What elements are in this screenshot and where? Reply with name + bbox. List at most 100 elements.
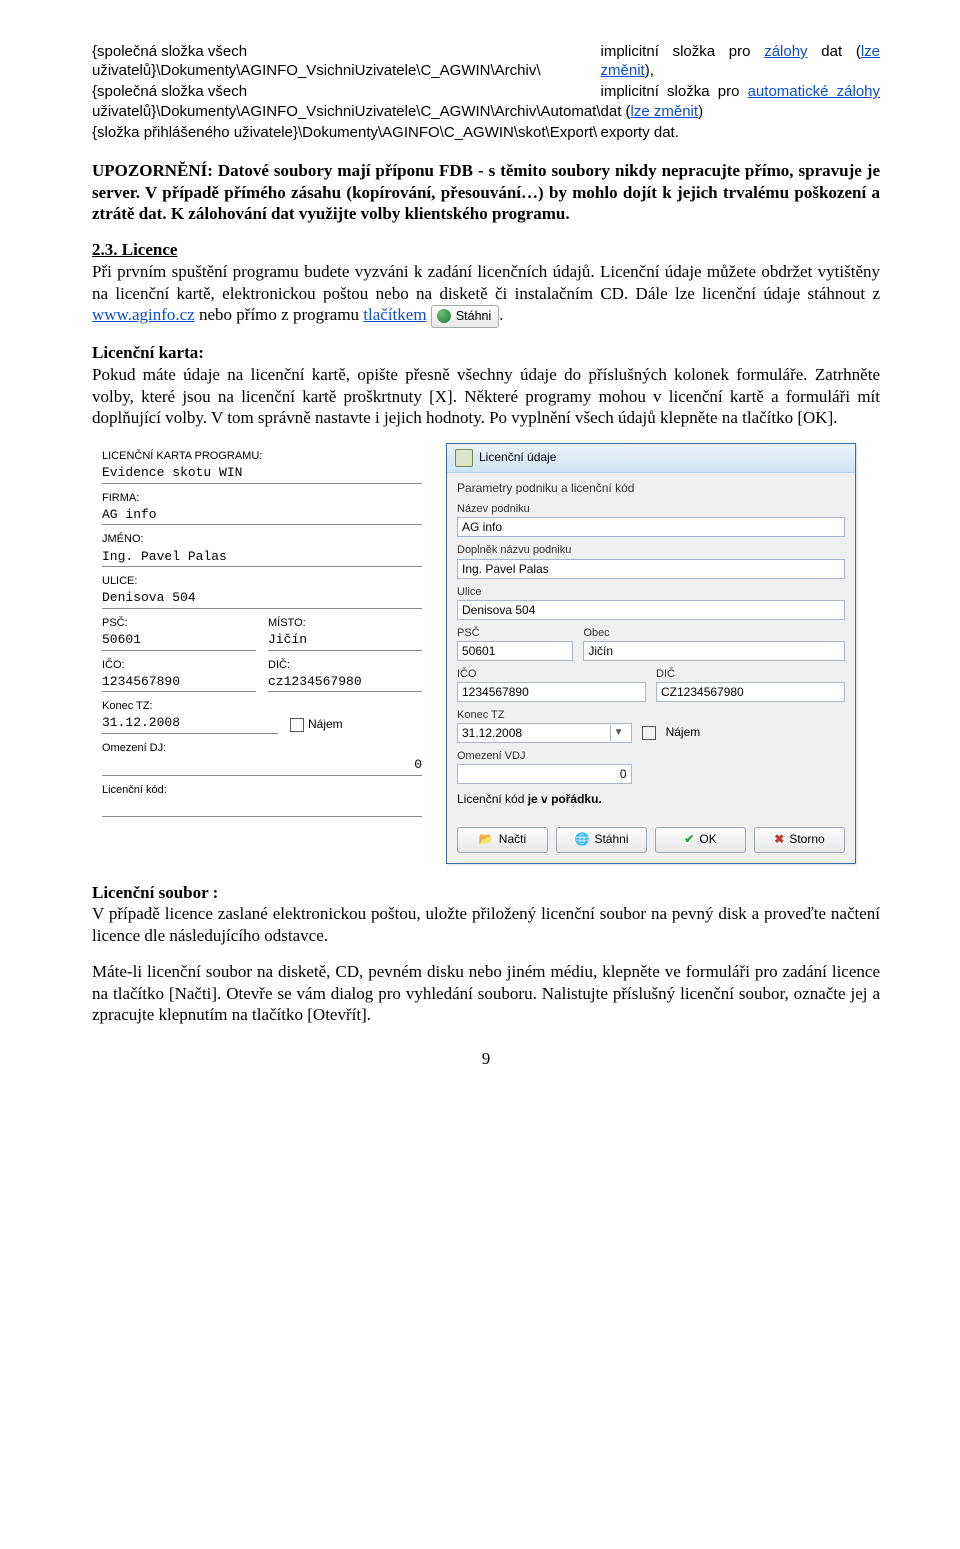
card-jmeno: Ing. Pavel Palas	[102, 548, 422, 568]
label: Název podniku	[457, 502, 845, 516]
button-label: Načti	[499, 832, 526, 847]
vdj-limit-field[interactable]	[457, 764, 632, 784]
text: implicitní složka pro	[601, 83, 748, 100]
load-button[interactable]: 📂 Načti	[457, 827, 548, 852]
link-backups[interactable]: zálohy	[764, 43, 807, 60]
label: ULICE:	[102, 574, 422, 588]
chevron-down-icon: ▼	[610, 725, 627, 741]
download-button[interactable]: 🌐 Stáhni	[556, 827, 647, 852]
street-field[interactable]	[457, 600, 845, 620]
heading-text: Licenční karta:	[92, 343, 204, 362]
label: Licenční kód:	[102, 783, 422, 797]
warning-paragraph: UPOZORNĚNÍ: Datové soubory mají příponu …	[92, 160, 880, 225]
text: )	[698, 103, 703, 120]
paths-table: {společná složka všech uživatelů}\Dokume…	[92, 42, 880, 144]
najem-label: Nájem	[666, 725, 701, 740]
path-cell: {společná složka všech uživatelů}\Dokume…	[92, 42, 601, 82]
license-card-mock: LICENČNÍ KARTA PROGRAMU: Evidence skotu …	[92, 443, 432, 827]
text: dat (	[601, 103, 631, 120]
najem-label: Nájem	[308, 717, 343, 732]
section-licence: 2.3. Licence Při prvním spuštění program…	[92, 239, 880, 328]
button-label: Stáhni	[456, 308, 491, 324]
najem-checkbox[interactable]	[642, 726, 656, 740]
card-misto: Jičín	[268, 631, 422, 651]
page-number: 9	[92, 1048, 880, 1070]
label: MÍSTO:	[268, 616, 422, 630]
label: Doplněk názvu podniku	[457, 543, 845, 557]
card-program: Evidence skotu WIN	[102, 464, 422, 484]
company-name-field[interactable]	[457, 517, 845, 537]
link-change[interactable]: lze změnit	[631, 103, 699, 120]
path-desc-cell: exporty dat.	[601, 123, 880, 144]
card-title: LICENČNÍ KARTA PROGRAMU:	[102, 449, 422, 463]
card-omez: 0	[102, 756, 422, 776]
download-button-inline[interactable]: Stáhni	[431, 305, 499, 328]
section-text: .	[499, 305, 503, 324]
label: JMÉNO:	[102, 532, 422, 546]
path-cell: {společná složka všech uživatelů}\Dokume…	[92, 82, 601, 122]
check-icon: ✔	[684, 832, 694, 847]
label: Konec TZ:	[102, 699, 278, 713]
link-aginfo[interactable]: www.aginfo.cz	[92, 305, 195, 324]
heading-text: Licenční soubor :	[92, 883, 218, 902]
dic-field[interactable]	[656, 682, 845, 702]
label: DIČ	[656, 667, 845, 681]
license-dialog: Licenční údaje Parametry podniku a licen…	[446, 443, 856, 864]
license-file-p1: V případě licence zaslané elektronickou …	[92, 903, 880, 947]
label: Ulice	[457, 585, 845, 599]
text: je v pořádku.	[528, 792, 602, 806]
text: exporty dat.	[601, 124, 679, 141]
license-file-p2: Máte-li licenční soubor na disketě, CD, …	[92, 961, 880, 1026]
close-icon: ✖	[774, 832, 784, 847]
ok-button[interactable]: ✔ OK	[655, 827, 746, 852]
card-ico: 1234567890	[102, 673, 256, 693]
card-konec: 31.12.2008	[102, 714, 278, 734]
card-ulice: Denisova 504	[102, 589, 422, 609]
button-label: Storno	[789, 832, 824, 847]
label: Omezení VDJ	[457, 749, 845, 763]
label: PSČ	[457, 626, 573, 640]
folder-open-icon: 📂	[479, 832, 494, 847]
license-file-heading: Licenční soubor :	[92, 882, 880, 904]
button-label: OK	[699, 832, 716, 847]
section-text: Při prvním spuštění programu budete vyzv…	[92, 262, 880, 303]
ico-field[interactable]	[457, 682, 646, 702]
license-status: Licenční kód je v pořádku.	[457, 792, 845, 807]
card-dic: cz1234567980	[268, 673, 422, 693]
form-icon	[455, 449, 473, 467]
end-date-combo[interactable]: 31.12.2008 ▼	[457, 723, 632, 743]
link-button-word[interactable]: tlačítkem	[363, 305, 426, 324]
license-card-heading: Licenční karta:	[92, 342, 880, 364]
company-supplement-field[interactable]	[457, 559, 845, 579]
path-desc-cell: implicitní složka pro zálohy dat (lze zm…	[601, 42, 880, 82]
najem-checkbox-icon	[290, 718, 304, 732]
warning-heading: UPOZORNĚNÍ:	[92, 161, 213, 180]
dialog-titlebar: Licenční údaje	[447, 444, 855, 473]
globe-icon: 🌐	[575, 832, 590, 847]
text: dat (	[808, 43, 861, 60]
globe-icon	[437, 309, 451, 323]
text: ),	[645, 62, 654, 79]
link-auto-backups[interactable]: automatické zálohy	[748, 83, 880, 100]
section-heading: 2.3. Licence	[92, 240, 177, 259]
label: Konec TZ	[457, 708, 845, 722]
label: IČO	[457, 667, 646, 681]
text: implicitní složka pro	[601, 43, 765, 60]
combo-value: 31.12.2008	[462, 725, 522, 741]
cancel-button[interactable]: ✖ Storno	[754, 827, 845, 852]
label: Omezení DJ:	[102, 741, 422, 755]
label: IČO:	[102, 658, 256, 672]
label: FIRMA:	[102, 491, 422, 505]
button-label: Stáhni	[594, 832, 628, 847]
label: DIČ:	[268, 658, 422, 672]
psc-field[interactable]	[457, 641, 573, 661]
group-label: Parametry podniku a licenční kód	[457, 481, 845, 496]
label: Obec	[583, 626, 845, 640]
city-field[interactable]	[583, 641, 845, 661]
label: PSČ:	[102, 616, 256, 630]
path-cell: {složka přihlášeného uživatele}\Dokument…	[92, 123, 601, 144]
path-desc-cell: implicitní složka pro automatické zálohy…	[601, 82, 880, 122]
section-text: nebo přímo z programu	[195, 305, 364, 324]
card-psc: 50601	[102, 631, 256, 651]
card-firma: AG info	[102, 506, 422, 526]
